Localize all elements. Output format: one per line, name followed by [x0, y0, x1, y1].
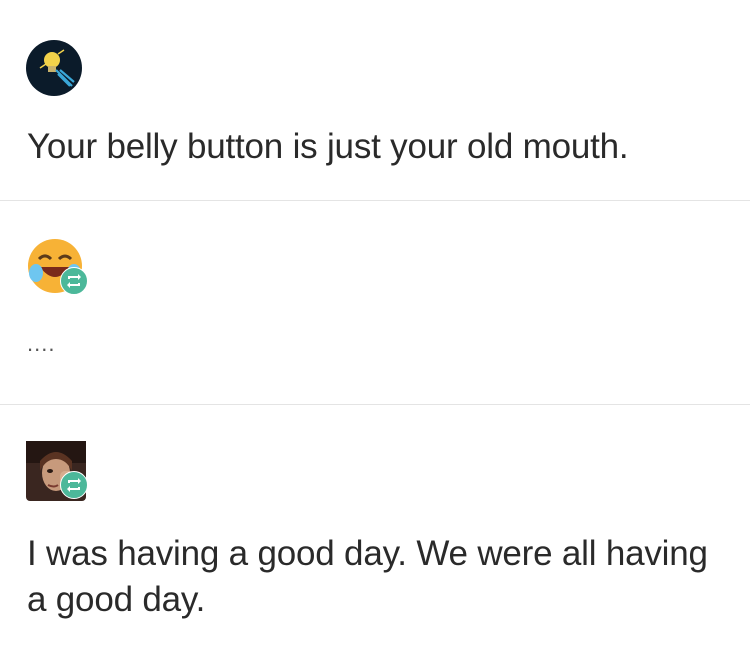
reblog-icon — [60, 267, 88, 295]
post-text: .... — [27, 331, 56, 356]
post-author[interactable] — [26, 237, 88, 297]
post-author[interactable] — [26, 441, 88, 501]
post-reblog-2: I was having a good day. We were all hav… — [0, 405, 750, 657]
post-author[interactable] — [26, 40, 86, 100]
post-reblog-1: .... — [0, 201, 750, 405]
lightbulb-avatar-icon[interactable] — [26, 40, 82, 96]
reblog-icon — [60, 471, 88, 499]
post-text: I was having a good day. We were all hav… — [27, 534, 708, 619]
post-text: Your belly button is just your old mouth… — [27, 127, 629, 166]
post-original: Your belly button is just your old mouth… — [0, 0, 750, 201]
reblog-thread: Your belly button is just your old mouth… — [0, 0, 750, 657]
